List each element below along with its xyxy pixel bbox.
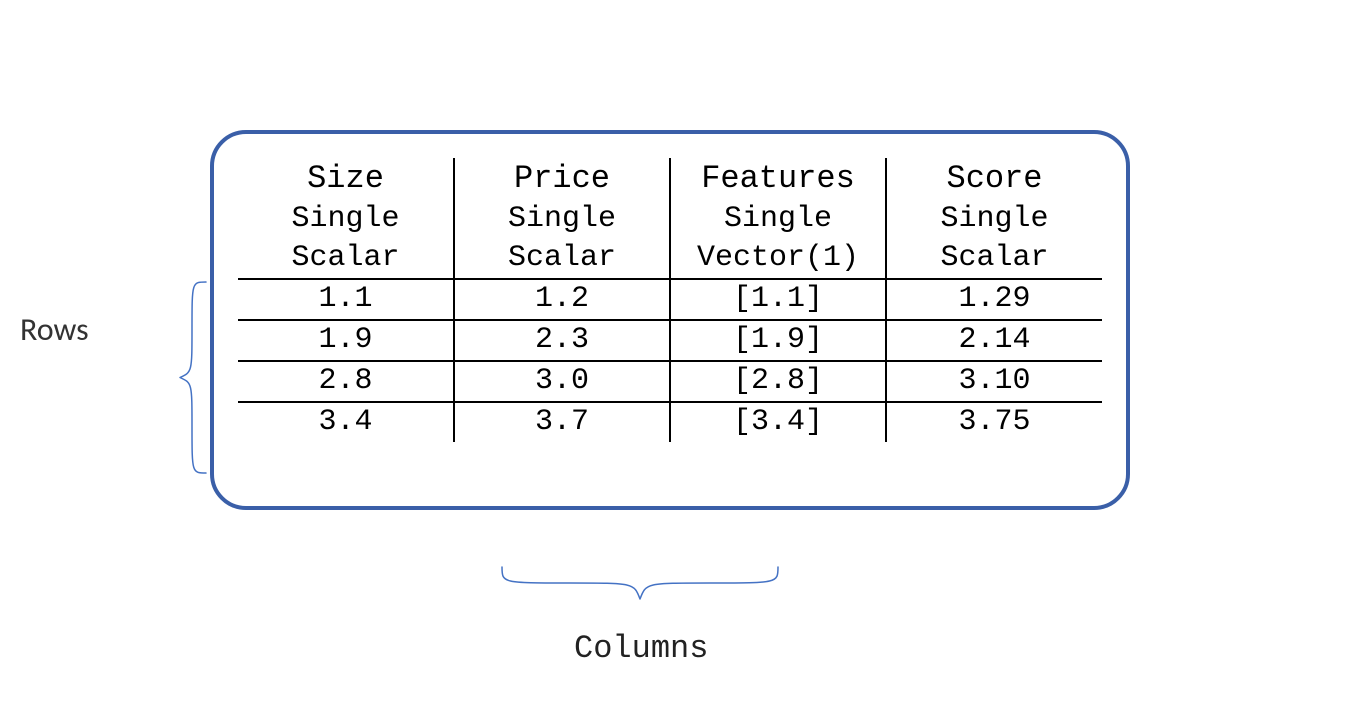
- cell: [3.4]: [670, 402, 886, 442]
- cell: 3.75: [886, 402, 1102, 442]
- table-row: 1.9 2.3 [1.9] 2.14: [238, 320, 1102, 361]
- table-row: 3.4 3.7 [3.4] 3.75: [238, 402, 1102, 442]
- table-head: Size Price Features Score Single Single …: [238, 158, 1102, 279]
- cell: 3.4: [238, 402, 454, 442]
- diagram-stage: Rows Size Price Features Score Single Si…: [0, 0, 1354, 724]
- header-row-sub1: Single Single Single Single: [238, 200, 1102, 239]
- table-box: Size Price Features Score Single Single …: [210, 130, 1130, 510]
- table-row: 2.8 3.0 [2.8] 3.10: [238, 361, 1102, 402]
- col-header-sub: Single: [886, 200, 1102, 239]
- table-body: 1.1 1.2 [1.1] 1.29 1.9 2.3 [1.9] 2.14 2.…: [238, 279, 1102, 442]
- cell: 1.2: [454, 279, 670, 320]
- cell: 1.1: [238, 279, 454, 320]
- col-header-name: Score: [886, 158, 1102, 200]
- header-row-sub2: Scalar Scalar Vector(1) Scalar: [238, 239, 1102, 279]
- col-header-sub: Vector(1): [670, 239, 886, 279]
- rows-label: Rows: [20, 310, 89, 349]
- cell: 2.8: [238, 361, 454, 402]
- rows-bracket: [178, 280, 206, 475]
- cell: 2.14: [886, 320, 1102, 361]
- cell: 3.10: [886, 361, 1102, 402]
- col-header-sub: Scalar: [238, 239, 454, 279]
- data-table: Size Price Features Score Single Single …: [238, 158, 1102, 442]
- col-header-sub: Scalar: [454, 239, 670, 279]
- cell: [2.8]: [670, 361, 886, 402]
- col-header-name: Size: [238, 158, 454, 200]
- col-header-sub: Single: [238, 200, 454, 239]
- col-header-name: Price: [454, 158, 670, 200]
- columns-label: Columns: [574, 630, 708, 667]
- columns-bracket: [500, 565, 780, 601]
- cell: 1.9: [238, 320, 454, 361]
- table-row: 1.1 1.2 [1.1] 1.29: [238, 279, 1102, 320]
- cell: [1.9]: [670, 320, 886, 361]
- cell: 2.3: [454, 320, 670, 361]
- cell: 1.29: [886, 279, 1102, 320]
- col-header-name: Features: [670, 158, 886, 200]
- cell: 3.0: [454, 361, 670, 402]
- cell: 3.7: [454, 402, 670, 442]
- col-header-sub: Single: [454, 200, 670, 239]
- header-row-name: Size Price Features Score: [238, 158, 1102, 200]
- col-header-sub: Single: [670, 200, 886, 239]
- col-header-sub: Scalar: [886, 239, 1102, 279]
- cell: [1.1]: [670, 279, 886, 320]
